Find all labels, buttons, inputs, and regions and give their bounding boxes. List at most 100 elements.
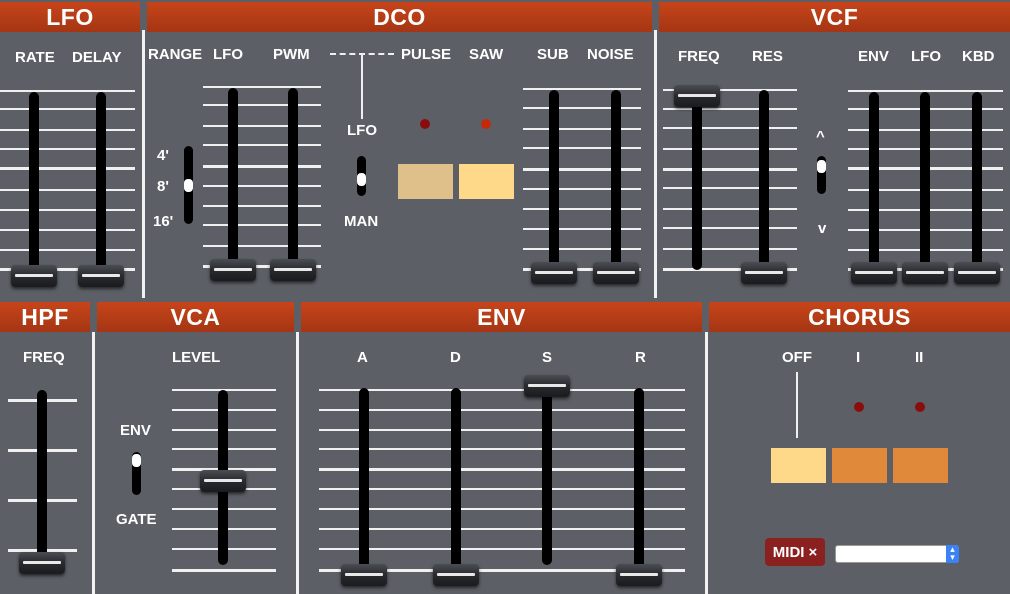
vcf-left-tick xyxy=(663,108,797,110)
dco-pwm-mode-man-label: MAN xyxy=(344,213,379,230)
midi-device-select[interactable]: ▴ ▾ xyxy=(835,545,959,563)
vcf-polarity-up-label: ^ xyxy=(816,128,825,145)
env-tick xyxy=(319,508,685,510)
dco_lfo-track[interactable] xyxy=(228,88,238,272)
lfo_rate-track[interactable] xyxy=(29,92,39,278)
vcf-res-label: RES xyxy=(752,48,783,65)
chorus-off-button[interactable] xyxy=(771,448,826,483)
env_r-track[interactable] xyxy=(634,388,644,577)
env_d-slider-knob[interactable] xyxy=(433,564,479,586)
lfo_delay-track[interactable] xyxy=(96,92,106,278)
dco-right-tick xyxy=(523,128,641,130)
vcf_freq-track[interactable] xyxy=(692,88,702,270)
dco-left-tick xyxy=(203,86,321,88)
env-tick xyxy=(319,468,685,471)
vcf_kbd-track[interactable] xyxy=(972,92,982,275)
vca_level-slider-knob[interactable] xyxy=(200,469,246,492)
dco-range-label: RANGE xyxy=(148,46,203,63)
vcf_freq-slider-knob[interactable] xyxy=(674,85,720,107)
vca-mode-switch-knob[interactable] xyxy=(132,454,141,467)
divider-env-chorus xyxy=(705,332,708,594)
env_r-slider-knob[interactable] xyxy=(616,564,662,586)
env-tick xyxy=(319,429,685,431)
section-header-vca: VCA xyxy=(97,302,294,332)
section-header-vcf: VCF xyxy=(659,2,1010,32)
vcf-kbd-label: KBD xyxy=(962,48,995,65)
dco-right-tick xyxy=(523,208,641,210)
dco-pwm-mode-switch-knob[interactable] xyxy=(357,173,366,186)
dco-left-tick xyxy=(203,104,321,106)
env-tick xyxy=(319,409,685,411)
lfo-tick xyxy=(0,209,135,211)
vcf-left-tick xyxy=(663,227,797,229)
lfo-rate-label: RATE xyxy=(15,49,55,66)
dco_noise-track[interactable] xyxy=(611,90,621,275)
dco-left-tick xyxy=(203,144,321,146)
env_s-slider-knob[interactable] xyxy=(524,375,570,397)
section-header-hpf: HPF xyxy=(0,302,90,332)
chorus-ii-button[interactable] xyxy=(893,448,948,483)
env_a-track[interactable] xyxy=(359,388,369,577)
dco-left-tick xyxy=(203,224,321,226)
chorus-off-label: OFF xyxy=(782,349,812,366)
lfo-tick xyxy=(0,90,135,92)
lfo-tick xyxy=(0,167,135,170)
dco_lfo-slider-knob[interactable] xyxy=(210,259,256,281)
dco-range-switch-knob[interactable] xyxy=(184,179,193,192)
vca-level-label: LEVEL xyxy=(172,349,221,366)
dco-right-tick xyxy=(523,107,641,109)
vcf-left-tick xyxy=(663,168,797,171)
lfo-tick xyxy=(0,129,135,131)
dco-left-tick xyxy=(203,205,321,207)
lfo_delay-slider-knob[interactable] xyxy=(78,265,124,287)
env_s-track[interactable] xyxy=(542,378,552,565)
divider-lfo-dco xyxy=(142,30,145,298)
env_d-track[interactable] xyxy=(451,388,461,577)
dco-pwm-mode-lfo-label: LFO xyxy=(347,122,377,139)
vcf_kbd-slider-knob[interactable] xyxy=(954,262,1000,284)
vcf-freq-label: FREQ xyxy=(678,48,720,65)
env-tick xyxy=(319,488,685,490)
lfo-tick xyxy=(0,249,135,251)
dco_sub-slider-knob[interactable] xyxy=(531,262,577,284)
dco-lfo-label: LFO xyxy=(213,46,243,63)
vcf-polarity-down-label: v xyxy=(818,220,827,237)
dco-pulse-button[interactable] xyxy=(398,164,453,199)
vcf_env-slider-knob[interactable] xyxy=(851,262,897,284)
vcf-left-tick xyxy=(663,208,797,210)
vcf_lfo-track[interactable] xyxy=(920,92,930,275)
midi-label: MIDI xyxy=(772,543,805,561)
section-header-env: ENV xyxy=(301,302,702,332)
dco-right-tick xyxy=(523,188,641,190)
midi-button[interactable]: MIDI × xyxy=(765,538,825,566)
select-arrows-icon: ▴ ▾ xyxy=(946,545,959,563)
vcf_lfo-slider-knob[interactable] xyxy=(902,262,948,284)
vcf-polarity-switch-knob[interactable] xyxy=(817,160,826,173)
vcf_res-slider-knob[interactable] xyxy=(741,262,787,284)
vca-env-label: ENV xyxy=(120,422,151,439)
dco-range-4: 4' xyxy=(157,147,169,164)
vcf_env-track[interactable] xyxy=(869,92,879,275)
env_a-slider-knob[interactable] xyxy=(341,564,387,586)
chorus-i-button[interactable] xyxy=(832,448,887,483)
midi-close-icon[interactable]: × xyxy=(808,544,817,561)
lfo-tick xyxy=(0,148,135,150)
chorus-i-label: I xyxy=(856,349,861,366)
dco-saw-led xyxy=(481,119,491,129)
chorus-ii-label: II xyxy=(915,349,924,366)
dco_noise-slider-knob[interactable] xyxy=(593,262,639,284)
vcf-left-tick xyxy=(663,127,797,129)
env-tick xyxy=(319,548,685,550)
chorus-ii-led xyxy=(915,402,925,412)
lfo-tick xyxy=(0,189,135,191)
hpf_freq-track[interactable] xyxy=(37,390,47,565)
dco_pwm-slider-knob[interactable] xyxy=(270,259,316,281)
lfo_rate-slider-knob[interactable] xyxy=(11,265,57,287)
dco_pwm-track[interactable] xyxy=(288,88,298,272)
dco-saw-button[interactable] xyxy=(459,164,514,199)
vcf_res-track[interactable] xyxy=(759,90,769,275)
dco_sub-track[interactable] xyxy=(549,90,559,275)
hpf_freq-slider-knob[interactable] xyxy=(19,552,65,574)
dco-left-tick xyxy=(203,185,321,187)
dco-pulse-led xyxy=(420,119,430,129)
